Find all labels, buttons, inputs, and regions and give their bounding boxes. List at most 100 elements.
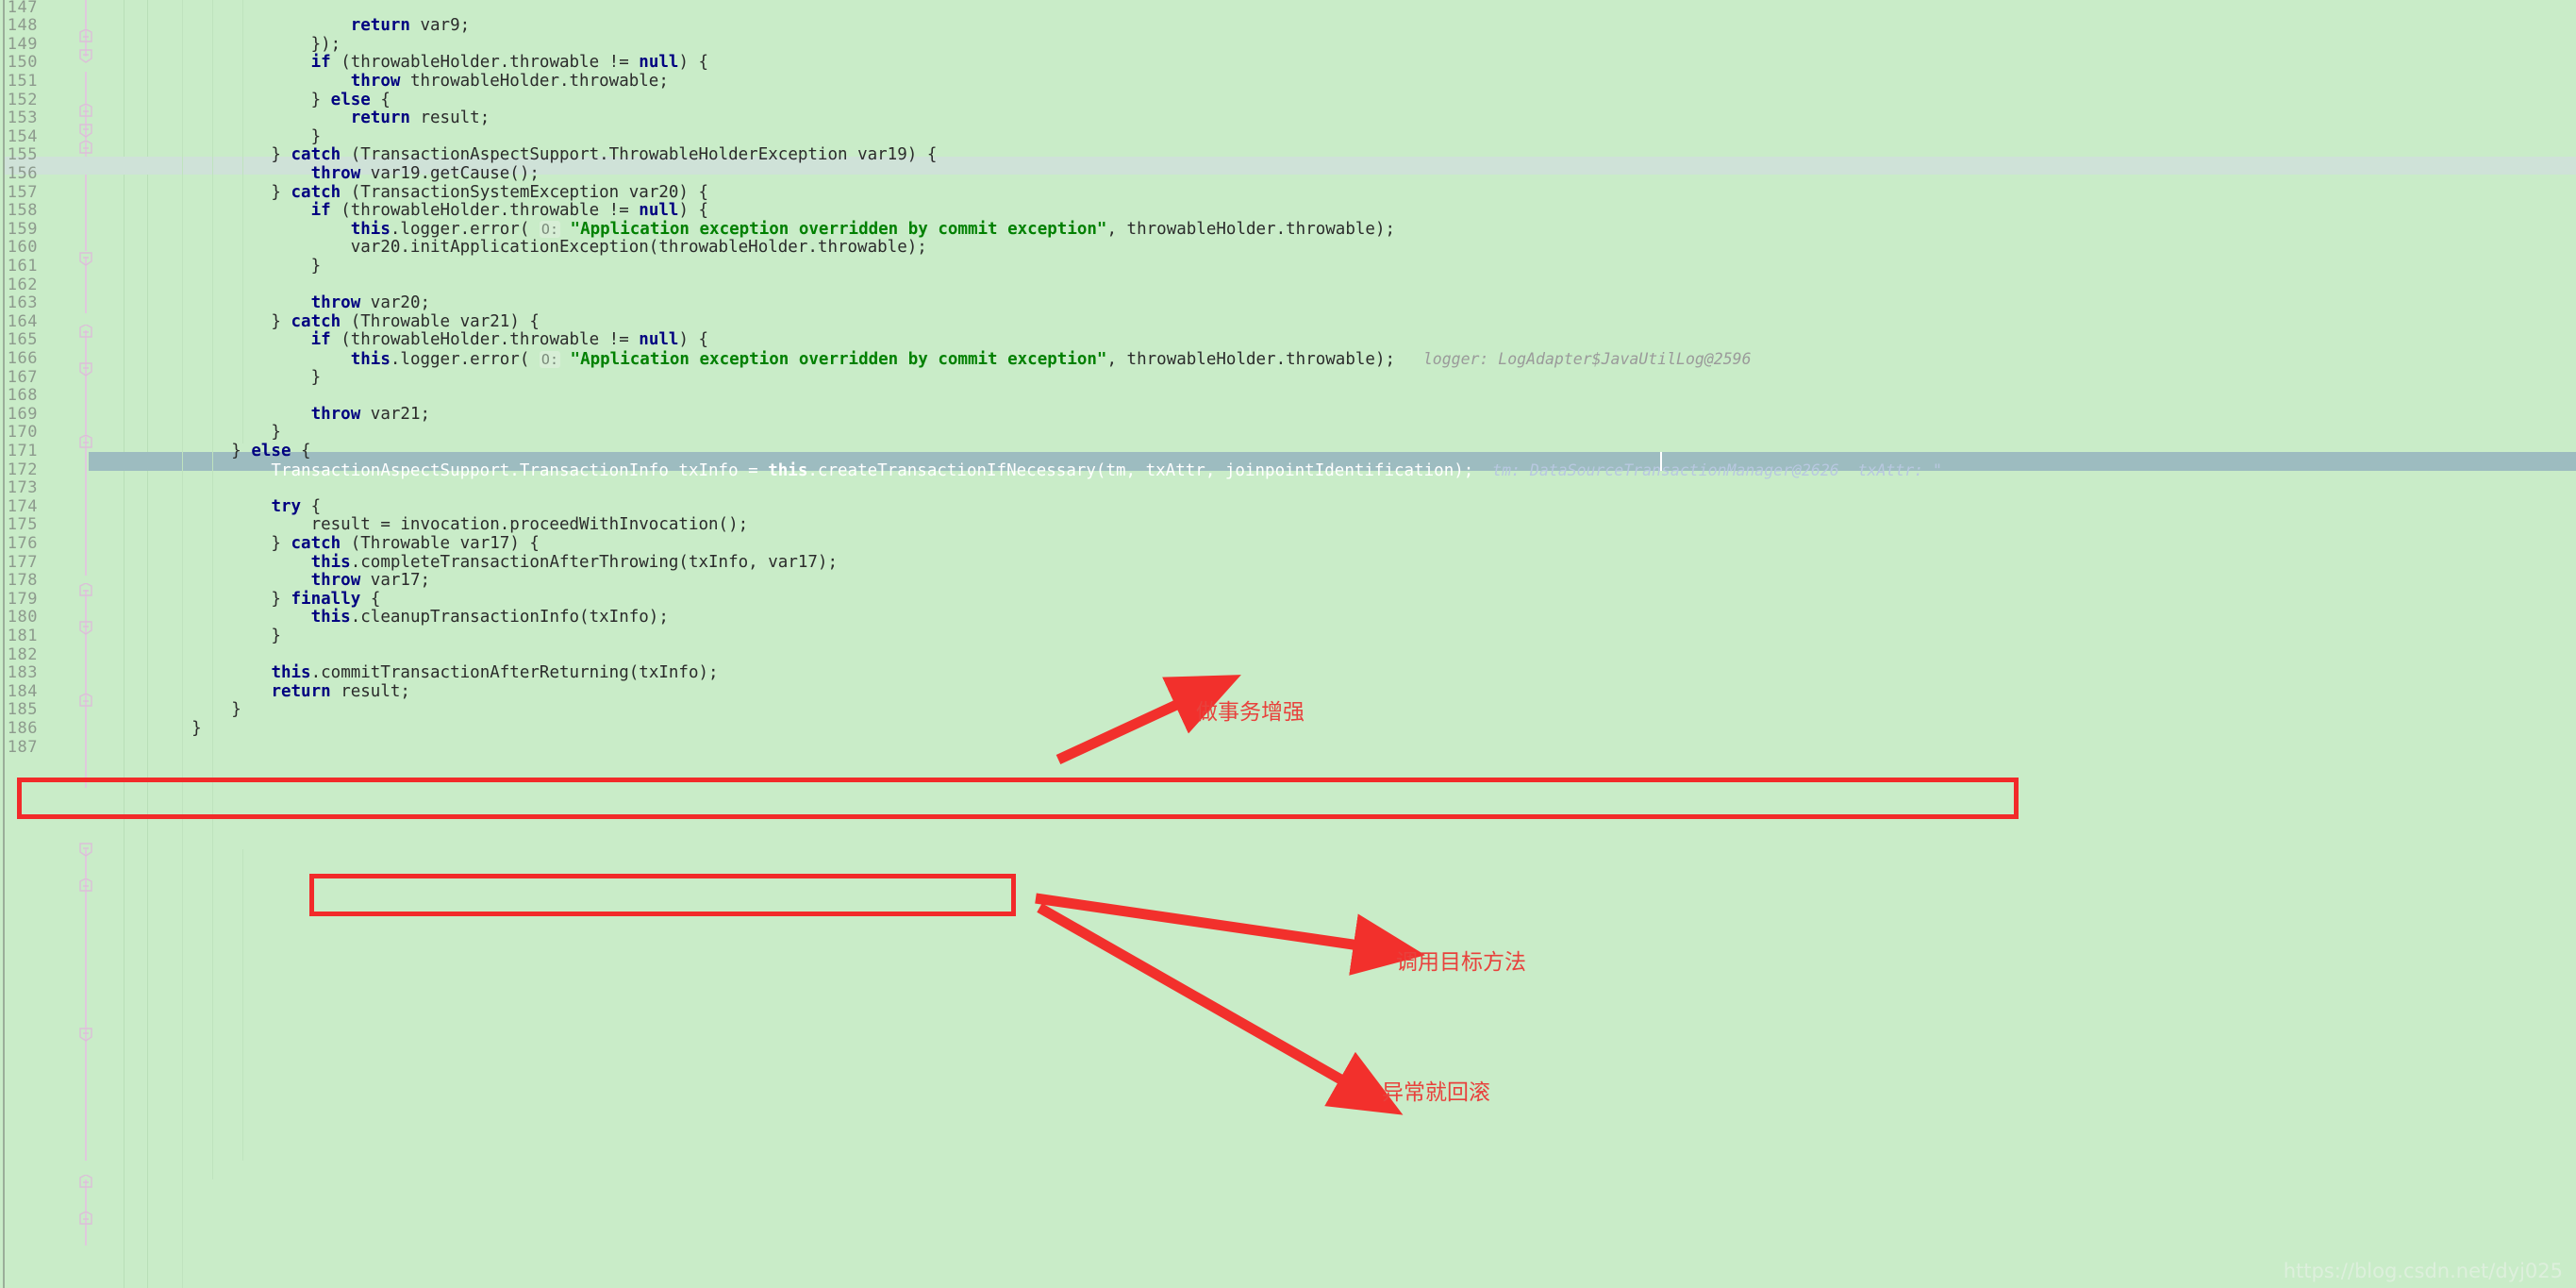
line-content[interactable]: } [152,627,281,646]
line-content[interactable]: } [152,257,322,276]
fold-marker-collapse[interactable] [78,878,93,894]
code-line-179[interactable]: 179 } finally { [0,590,2576,610]
code-line-169[interactable]: 169 throw var21; [0,405,2576,425]
fold-marker-expand[interactable] [78,620,93,635]
code-line-187[interactable]: 187 [0,738,2576,758]
fold-marker-collapse[interactable] [78,582,93,598]
code-line-153[interactable]: 153 return result; [0,109,2576,128]
line-content[interactable]: throw var17; [152,571,430,591]
fold-marker-expand[interactable] [78,842,93,857]
line-content[interactable]: } else { [152,442,310,461]
line-content[interactable]: } [152,423,281,443]
code-lines[interactable]: 147 148 return var9; 149 }); 150 if (throwa… [0,0,2576,1288]
code-line-180[interactable]: 180 this.cleanupTransactionInfo(txInfo); [0,608,2576,627]
fold-marker-expand[interactable] [78,48,93,63]
code-line-160[interactable]: 160 var20.initApplicationException(throw… [0,238,2576,258]
code-line-167[interactable]: 167 } [0,368,2576,388]
line-content[interactable]: throw var20; [152,293,430,313]
code-line-155[interactable]: 155 } catch (TransactionAspectSupport.Th… [0,145,2576,165]
code-line-161[interactable]: 161 } [0,257,2576,276]
code-line-162[interactable]: 162 [0,276,2576,295]
fold-marker-collapse[interactable] [78,28,93,44]
code-line-176[interactable]: 176 } catch (Throwable var17) { [0,534,2576,554]
fold-marker-collapse[interactable] [78,140,93,156]
line-content[interactable]: } finally { [152,590,380,610]
code-token: } [152,126,322,146]
code-line-163[interactable]: 163 throw var20; [0,293,2576,313]
code-line-181[interactable]: 181 } [0,627,2576,646]
code-line-158[interactable]: 158 if (throwableHolder.throwable != nul… [0,201,2576,221]
code-line-168[interactable]: 168 [0,386,2576,406]
line-content[interactable]: try { [152,497,321,517]
line-content[interactable]: } [152,126,322,147]
line-content[interactable]: } catch (Throwable var21) { [152,312,540,332]
code-line-178[interactable]: 178 throw var17; [0,571,2576,591]
line-content[interactable]: this.completeTransactionAfterThrowing(tx… [152,553,838,573]
fold-marker-collapse[interactable] [78,434,93,450]
code-line-152[interactable]: 152 } else { [0,91,2576,110]
line-content[interactable]: this.logger.error( O: "Application excep… [152,220,1395,240]
line-content[interactable]: } else { [152,91,391,110]
line-content[interactable]: }); [152,35,341,55]
fold-marker-collapse[interactable] [78,1174,93,1190]
code-line-172[interactable]: 172 TransactionAspectSupport.Transaction… [0,460,2576,481]
code-line-170[interactable]: 170 } [0,423,2576,443]
code-line-173[interactable]: 173 [0,478,2576,498]
code-line-164[interactable]: 164 } catch (Throwable var21) { [0,312,2576,332]
code-line-171[interactable]: 171 } else { [0,442,2576,461]
line-content[interactable]: } [152,700,241,720]
code-token: (TransactionSystemException var20) { [341,182,709,202]
line-content[interactable]: } catch (Throwable var17) { [152,534,540,554]
code-line-159[interactable]: 159 this.logger.error( O: "Application e… [0,220,2576,240]
fold-marker-collapse[interactable] [78,324,93,340]
line-number: 185 [7,700,38,720]
code-token: } [152,423,281,443]
line-content[interactable]: throw var19.getCause(); [152,164,540,184]
code-line-154[interactable]: 154 } [0,126,2576,147]
code-editor[interactable]: 147 148 return var9; 149 }); 150 if (throwa… [0,0,2576,1288]
code-line-174[interactable]: 174 try { [0,497,2576,517]
fold-marker-expand[interactable] [78,1027,93,1042]
line-content[interactable]: throw throwableHolder.throwable; [152,72,669,92]
code-line-166[interactable]: 166 this.logger.error( O: "Application e… [0,349,2576,370]
fold-marker-collapse[interactable] [78,693,93,709]
code-line-165[interactable]: 165 if (throwableHolder.throwable != nul… [0,330,2576,350]
line-content[interactable]: } [152,368,322,388]
line-content[interactable]: if (throwableHolder.throwable != null) { [152,330,708,350]
line-content[interactable]: return var9; [152,16,470,36]
line-content[interactable]: return result; [152,682,410,702]
code-line-175[interactable]: 175 result = invocation.proceedWithInvoc… [0,515,2576,535]
line-content[interactable]: throw var21; [152,405,430,425]
line-content[interactable]: if (throwableHolder.throwable != null) { [152,53,708,73]
line-content[interactable]: var20.initApplicationException(throwable… [152,238,927,258]
line-content[interactable]: this.commitTransactionAfterReturning(txI… [152,663,718,683]
code-line-157[interactable]: 157 } catch (TransactionSystemException … [0,182,2576,203]
line-number: 177 [7,552,38,572]
code-line-147[interactable]: 147 [0,0,2576,17]
code-line-177[interactable]: 177 this.completeTransactionAfterThrowin… [0,552,2576,573]
fold-marker-collapse[interactable] [78,103,93,119]
code-line-148[interactable]: 148 return var9; [0,16,2576,36]
code-line-183[interactable]: 183 this.commitTransactionAfterReturning… [0,663,2576,683]
line-content[interactable]: } catch (TransactionAspectSupport.Throwa… [152,145,937,165]
line-content[interactable]: result = invocation.proceedWithInvocatio… [152,515,749,535]
line-content[interactable]: return result; [152,109,490,128]
line-content[interactable]: if (throwableHolder.throwable != null) { [152,201,708,221]
fold-marker-expand[interactable] [78,251,93,266]
line-number: 170 [7,423,38,443]
line-content[interactable]: TransactionAspectSupport.TransactionInfo… [152,461,1942,481]
code-line-182[interactable]: 182 [0,645,2576,665]
code-line-149[interactable]: 149 }); [0,35,2576,55]
code-line-156[interactable]: 156 throw var19.getCause(); [0,164,2576,184]
fold-marker-collapse[interactable] [78,1211,93,1227]
code-line-151[interactable]: 151 throw throwableHolder.throwable; [0,72,2576,92]
line-content[interactable]: this.logger.error( O: "Application excep… [152,350,1752,370]
line-content[interactable]: } catch (TransactionSystemException var2… [152,182,709,203]
line-content[interactable]: this.cleanupTransactionInfo(txInfo); [152,608,669,627]
fold-marker-expand[interactable] [78,123,93,138]
fold-marker-expand[interactable] [78,361,93,376]
code-line-150[interactable]: 150 if (throwableHolder.throwable != nul… [0,53,2576,73]
line-content[interactable]: } [152,719,202,739]
